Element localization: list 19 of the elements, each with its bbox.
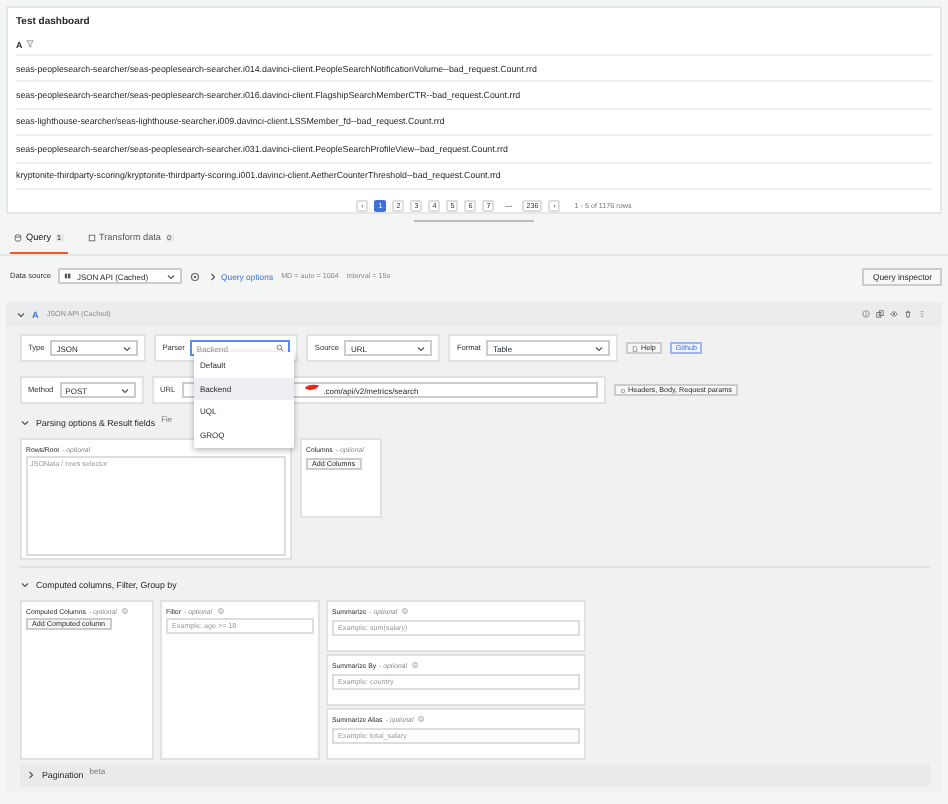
info-icon: [217, 608, 223, 614]
caret-icon: [416, 343, 427, 353]
caret-icon: [122, 343, 133, 353]
copy-icon: [876, 310, 884, 318]
info-icon: [418, 716, 425, 722]
trash-icon: [904, 310, 912, 318]
chevron-icon: [208, 271, 219, 281]
info-icon: [402, 608, 409, 614]
filter-icon: [26, 40, 35, 48]
help-icon: [862, 310, 870, 318]
document-icon: [632, 345, 639, 351]
caret-icon: [119, 385, 130, 395]
caret-icon: [594, 343, 605, 353]
info-icon: [412, 662, 418, 668]
square-icon: [87, 233, 96, 241]
info-icon: [121, 608, 128, 614]
search-icon: [276, 344, 285, 352]
eye-icon: [890, 310, 898, 318]
caret-icon: [166, 271, 177, 281]
